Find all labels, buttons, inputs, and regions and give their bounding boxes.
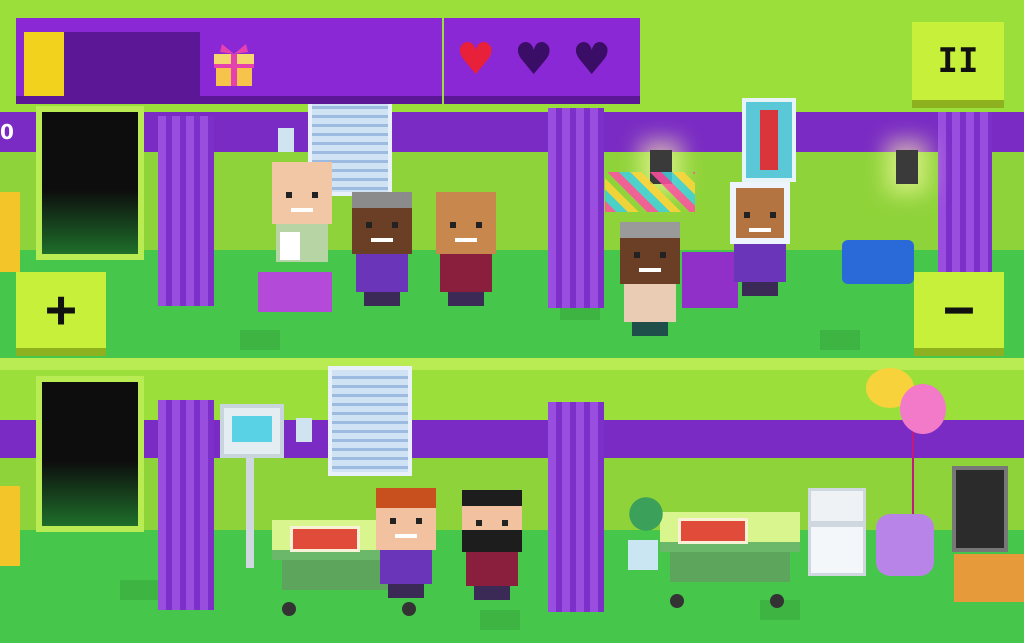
edge-counter: 0: [0, 120, 14, 144]
lower-window: [328, 366, 412, 476]
confetti-icon: [605, 172, 695, 212]
monitor-screen-icon: [232, 416, 272, 442]
wall-lamp-icon: [896, 150, 918, 184]
heart-empty-icon: ♥: [572, 34, 612, 85]
bed-blanket-icon: [678, 518, 748, 544]
progress-bar-fill: [24, 32, 65, 96]
privacy-curtain: [548, 402, 604, 612]
anatomy-figure-icon: [760, 110, 778, 170]
privacy-curtain: [158, 116, 214, 306]
side-bench: [0, 192, 20, 272]
floor-tile: [820, 330, 860, 350]
zoom-out-button[interactable]: −: [914, 272, 1004, 356]
wall-switch-icon: [278, 128, 294, 152]
zoom-in-label: +: [45, 280, 77, 340]
heart-empty-icon: ♥: [514, 34, 554, 85]
floor-tile: [240, 330, 280, 350]
plant-pot: [628, 540, 658, 570]
television-icon: [952, 466, 1008, 552]
wall-switch-icon: [296, 418, 312, 442]
gift-icon[interactable]: [210, 40, 258, 88]
ecg-machine: [808, 488, 866, 524]
privacy-curtain: [548, 108, 604, 308]
beard-icon: [462, 530, 522, 552]
zoom-in-button[interactable]: +: [16, 272, 106, 356]
hospital-bed[interactable]: [660, 512, 800, 608]
anatomy-poster: [742, 98, 796, 182]
lower-doorway[interactable]: [36, 376, 144, 532]
zoom-out-label: −: [943, 280, 975, 340]
patient-monitor: [220, 404, 284, 458]
floor-tile: [480, 610, 520, 630]
heart-full-icon: ♥: [456, 34, 496, 85]
pause-button[interactable]: II: [912, 22, 1004, 108]
balloon-string: [912, 432, 914, 524]
privacy-curtain: [158, 400, 214, 610]
lives-hearts: ♥ ♥ ♥: [456, 38, 636, 82]
potted-plant-icon: [620, 488, 672, 540]
upper-doorway[interactable]: [36, 106, 144, 260]
lower-wall-stripe: [0, 420, 1024, 458]
wheelchair: [682, 252, 738, 308]
progress-bar-track: [24, 32, 200, 96]
floor-tile: [120, 580, 160, 600]
tv-stand: [954, 554, 1024, 602]
side-bench: [0, 486, 20, 566]
hospital-bed-small: [842, 240, 914, 284]
upper-wall-stripe: [0, 112, 1024, 152]
upper-wall-lower: [0, 152, 1024, 250]
balloon-pink-icon: [900, 384, 946, 434]
bed-blanket-icon: [290, 526, 360, 552]
teddy-bear-icon: [876, 514, 934, 576]
equipment-cart: [808, 524, 866, 576]
floor-divider: [0, 358, 1024, 370]
arm-sling-icon: [280, 232, 300, 260]
monitor-stand: [246, 458, 254, 568]
pause-label: II: [937, 41, 979, 81]
wheelchair: [258, 272, 332, 312]
